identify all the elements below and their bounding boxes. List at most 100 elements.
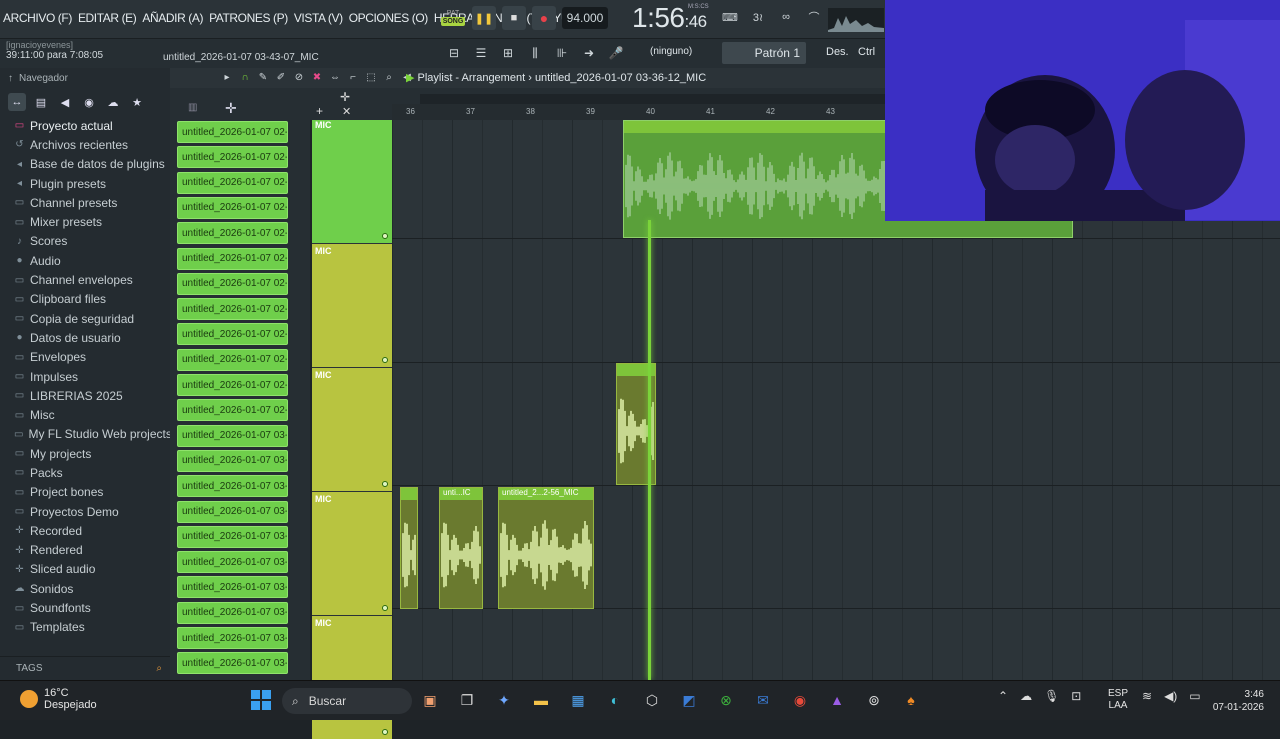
mixer-icon[interactable]: ⫼	[525, 43, 545, 63]
clip-item[interactable]: untitled_2026-01-07 02-	[177, 222, 288, 245]
select-icon[interactable]: ⬚	[364, 70, 378, 84]
system-clock[interactable]: 3:46 07-01-2026	[1210, 688, 1264, 714]
slice-icon[interactable]: ⌐	[346, 70, 360, 84]
track-header[interactable]: MIC	[312, 492, 392, 615]
metronome-icon[interactable]: ⌒	[804, 8, 824, 26]
edge-icon[interactable]: ◐	[603, 687, 627, 713]
pattern-selector[interactable]: Patrón 1	[722, 42, 806, 64]
obs-icon[interactable]: ⊚	[862, 687, 886, 713]
search-icon[interactable]: ⌕	[156, 663, 162, 674]
clip-item[interactable]: untitled_2026-01-07 03-	[177, 525, 288, 548]
up-arrow-icon[interactable]: ↑	[8, 73, 13, 84]
menu-item[interactable]: EDITAR (E)	[75, 11, 139, 25]
plugin-tab-icon[interactable]: ◉	[80, 93, 98, 111]
clip-item[interactable]: untitled_2026-01-07 03-	[177, 500, 288, 523]
audio-clip[interactable]: unti...IC	[439, 487, 483, 609]
track-led-icon[interactable]	[382, 729, 388, 735]
browser-item[interactable]: ▭ Clipboard files	[0, 290, 170, 309]
track-header[interactable]: MIC	[312, 244, 392, 367]
windows-start-icon[interactable]	[251, 690, 271, 710]
clip-item[interactable]: untitled_2026-01-07 02-	[177, 348, 288, 371]
add-clip-icon[interactable]: ✛	[225, 100, 237, 117]
clip-item[interactable]: untitled_2026-01-07 03-	[177, 449, 288, 472]
browser-item[interactable]: ▭ Soundfonts	[0, 598, 170, 617]
store-icon[interactable]: ▦	[566, 687, 590, 713]
task-view-icon[interactable]: ❐	[455, 687, 479, 713]
clip-item[interactable]: untitled_2026-01-07 02-	[177, 121, 288, 143]
track-header[interactable]: MIC	[312, 368, 392, 491]
star-icon[interactable]: ★	[128, 93, 146, 111]
clip-item[interactable]: untitled_2026-01-07 03-	[177, 627, 288, 649]
add-icon[interactable]: +	[316, 104, 323, 118]
chevron-up-icon[interactable]: ⌃	[998, 689, 1008, 703]
channel-rack-icon[interactable]: ⊞	[498, 43, 518, 63]
audio-clip[interactable]: untitled_2...2-56_MIC	[498, 487, 594, 609]
language-indicator[interactable]: ESP LAA	[1108, 688, 1128, 712]
clip-item[interactable]: untitled_2026-01-07 03-	[177, 576, 288, 599]
browser-item[interactable]: ◂ Plugin presets	[0, 174, 170, 193]
weather-widget[interactable]: 16°C Despejado	[20, 687, 97, 711]
stop-button[interactable]: ■	[502, 6, 526, 30]
mute-icon[interactable]: ✖	[310, 70, 324, 84]
track-header[interactable]: MIC	[312, 616, 392, 739]
audio-input-selector[interactable]: (ninguno)	[650, 46, 692, 57]
slip-icon[interactable]: ⇔	[328, 70, 342, 84]
play-icon[interactable]: ▶	[406, 72, 414, 84]
clip-item[interactable]: untitled_2026-01-07 02-	[177, 323, 288, 346]
browser-item[interactable]: ▭ LIBRERIAS 2025	[0, 386, 170, 405]
menu-icon[interactable]: ▥	[188, 102, 197, 113]
browser-item[interactable]: ♪ Scores	[0, 232, 170, 251]
record-button[interactable]: ●	[532, 6, 556, 30]
clip-item[interactable]: untitled_2026-01-07 02-	[177, 374, 288, 396]
track-led-icon[interactable]	[382, 357, 388, 363]
timeline-ruler[interactable]: 36 37 38 39 40 41 42 43	[392, 104, 885, 120]
playhead[interactable]	[648, 220, 651, 680]
browser-item[interactable]: ▭ Project bones	[0, 483, 170, 502]
battery-icon[interactable]: ▭	[1189, 689, 1200, 703]
clip-item[interactable]: untitled_2026-01-07 02-	[177, 247, 288, 270]
visual-studio-icon[interactable]: ◩	[677, 687, 701, 713]
track-led-icon[interactable]	[382, 233, 388, 239]
browser-item[interactable]: ▭ Templates	[0, 618, 170, 637]
clip-item[interactable]: untitled_2026-01-07 02-	[177, 298, 288, 321]
file-icon[interactable]: ▤	[32, 93, 50, 111]
cloud-icon[interactable]: ☁	[104, 93, 122, 111]
close-icon[interactable]: ✕	[342, 105, 351, 118]
delete-icon[interactable]: ⊘	[292, 70, 306, 84]
browser-item[interactable]: ▭ Misc	[0, 405, 170, 424]
copilot-icon[interactable]: ✦	[492, 687, 516, 713]
plugin-icon[interactable]: ⊪	[552, 43, 572, 63]
clip-item[interactable]: untitled_2026-01-07 02-	[177, 399, 288, 422]
arrow-icon[interactable]: ▸	[220, 70, 234, 84]
onedrive-icon[interactable]: ☁	[1020, 689, 1032, 703]
browser-item[interactable]: ▭ Copia de seguridad	[0, 309, 170, 328]
menu-item[interactable]: AÑADIR (A)	[139, 11, 206, 25]
audio-clip[interactable]	[400, 487, 418, 609]
step-icon[interactable]: 3≀	[748, 8, 768, 26]
arc-icon[interactable]: ▲	[825, 687, 849, 713]
browser-item[interactable]: ✛ Rendered	[0, 541, 170, 560]
menu-item[interactable]: VISTA (V)	[291, 11, 346, 25]
clip-item[interactable]: untitled_2026-01-07 03-	[177, 601, 288, 624]
browser-item[interactable]: ▭ Channel presets	[0, 193, 170, 212]
clip-item[interactable]: untitled_2026-01-07 02-	[177, 171, 288, 194]
ctrl-button[interactable]: Ctrl	[858, 46, 875, 58]
playlist-icon[interactable]: ⊟	[444, 43, 464, 63]
unity-icon[interactable]: ⬡	[640, 687, 664, 713]
xbox-icon[interactable]: ⊗	[714, 687, 738, 713]
browser-item[interactable]: ▭ Channel envelopes	[0, 270, 170, 289]
browser-item[interactable]: ☁ Sonidos	[0, 579, 170, 598]
pat-song-toggle[interactable]: PAT SONG	[440, 5, 466, 31]
browser-item[interactable]: ● Audio	[0, 251, 170, 270]
device-icon[interactable]: ⊡	[1071, 689, 1081, 703]
search-box[interactable]: ⌕ Buscar	[282, 688, 412, 714]
fl-studio-icon[interactable]: ♠	[899, 687, 923, 713]
menu-item[interactable]: OPCIONES (O)	[346, 11, 431, 25]
clip-item[interactable]: untitled_2026-01-07 03-	[177, 424, 288, 447]
wifi-icon[interactable]: ≋	[1142, 689, 1152, 703]
mic-tray-icon[interactable]: 🎙	[1044, 689, 1059, 703]
menu-item[interactable]: PATRONES (P)	[206, 11, 291, 25]
all-icon[interactable]: ↔	[8, 93, 26, 111]
browser-item[interactable]: ▭ My FL Studio Web projects	[0, 425, 172, 444]
clip-item[interactable]: untitled_2026-01-07 03-	[177, 551, 288, 574]
